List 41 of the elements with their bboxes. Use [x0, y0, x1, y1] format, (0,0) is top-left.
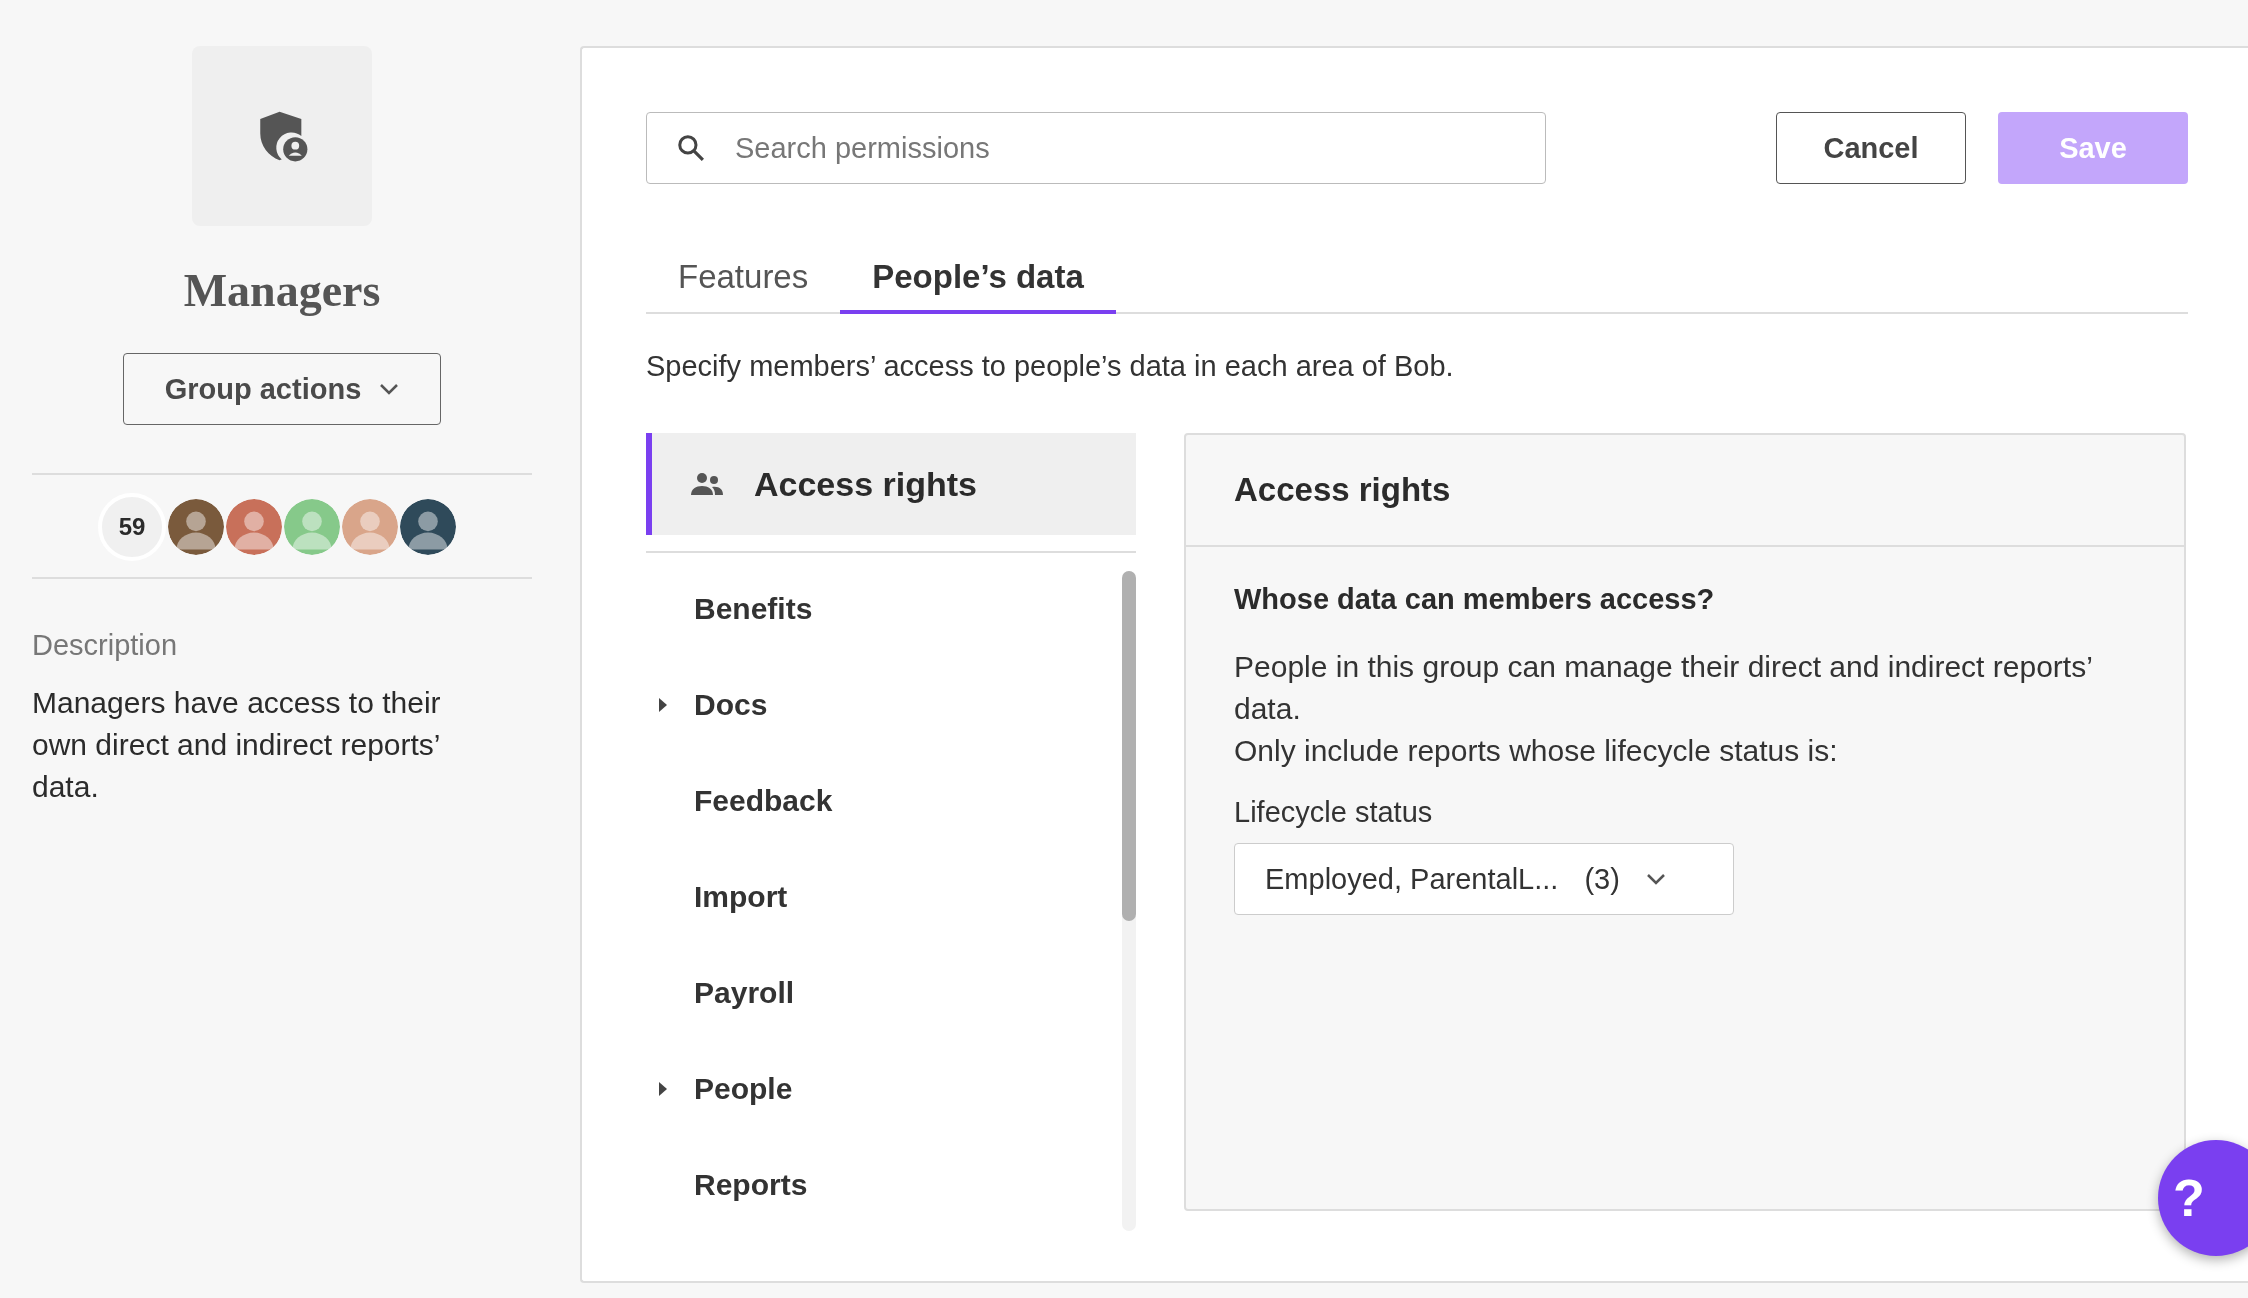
- explanation-text: Only include reports whose lifecycle status is:: [1234, 733, 1839, 769]
- area-menu-item[interactable]: Import: [646, 849, 1122, 945]
- area-label: Import: [694, 880, 788, 914]
- area-menu-item[interactable]: Docs: [646, 657, 1122, 753]
- expand-caret-icon: [658, 697, 668, 713]
- area-menu-item[interactable]: Benefits: [646, 561, 1122, 657]
- lifecycle-status-dropdown[interactable]: Employed, ParentalL... (3): [1234, 843, 1734, 915]
- area-menu-item[interactable]: People: [646, 1041, 1122, 1137]
- people-icon: [690, 472, 724, 496]
- explanation-text: People in this group can manage their direct and indirect reports’ data.: [1234, 649, 2093, 727]
- field-label: Lifecycle status: [1234, 796, 1434, 829]
- group-title: Managers: [183, 264, 381, 317]
- area-label: People: [694, 1072, 793, 1106]
- group-description: Managers have access to their own direct and indirect reports’ data.: [32, 685, 442, 805]
- avatar-icon[interactable]: [400, 499, 456, 555]
- card-title: Access rights: [1234, 471, 1451, 509]
- area-menu-item[interactable]: Feedback: [646, 753, 1122, 849]
- search-icon: [676, 133, 706, 163]
- area-menu-item[interactable]: Payroll: [646, 945, 1122, 1041]
- area-label: Payroll: [694, 976, 795, 1010]
- area-menu-item[interactable]: Access rights: [646, 433, 1136, 535]
- description-label: Description: [32, 629, 179, 662]
- area-label: Feedback: [694, 784, 833, 818]
- area-label: Reports: [694, 1168, 808, 1202]
- chevron-down-icon: [1645, 873, 1666, 885]
- area-label: Access rights: [754, 464, 977, 504]
- question-text: Whose data can members access?: [1234, 583, 1716, 616]
- area-menu-item[interactable]: Reports: [646, 1137, 1122, 1233]
- scrollbar[interactable]: [1122, 571, 1136, 1231]
- tab[interactable]: Features: [646, 258, 841, 314]
- group-actions-button[interactable]: Group actions: [123, 353, 441, 425]
- intro-text: Specify members’ access to people’s data in each area of Bob.: [646, 350, 1455, 383]
- chevron-down-icon: [379, 383, 400, 395]
- area-label: Benefits: [694, 592, 813, 626]
- tab[interactable]: People’s data: [840, 258, 1116, 314]
- avatar-icon[interactable]: [168, 499, 224, 555]
- member-count[interactable]: 59: [98, 493, 166, 561]
- area-label: Docs: [694, 688, 768, 722]
- expand-caret-icon: [658, 1081, 668, 1097]
- search-field[interactable]: Search permissions: [646, 112, 1546, 184]
- cancel-button[interactable]: Cancel: [1776, 112, 1966, 184]
